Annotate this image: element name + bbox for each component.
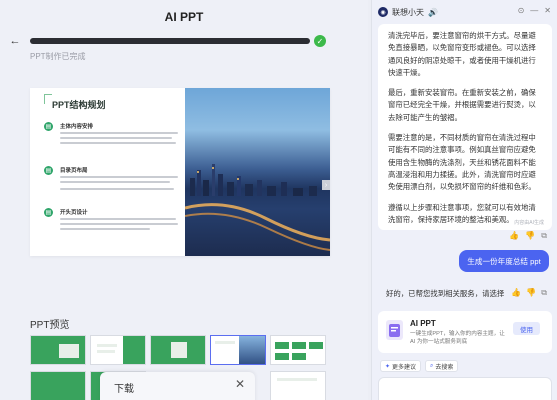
back-arrow-icon[interactable]: ← — [8, 34, 22, 48]
thumbs-down-icon[interactable]: 👎 — [525, 231, 535, 241]
text-line — [60, 176, 178, 178]
assistant-message: 清洗完毕后，要注意窗帘的烘干方式。尽量避免直接暴晒，以免窗帘变形或褪色。可以选择… — [378, 24, 552, 230]
slide-thumbnail[interactable] — [30, 335, 86, 365]
section-icon: ▤ — [44, 166, 53, 175]
message-paragraph: 清洗完毕后，要注意窗帘的烘干方式。尽量避免直接暴晒，以免窗帘变形或褪色。可以选择… — [388, 31, 536, 77]
slide-text-area: PPT结构规划 ▤ 主体内容安排 ▤ 目录页布局 ▤ 开头页设计 — [30, 88, 184, 256]
use-button[interactable]: 使用 — [513, 322, 540, 335]
copy-icon[interactable]: ⧉ — [541, 231, 547, 241]
page-title: AI PPT — [164, 10, 204, 24]
speaker-icon[interactable]: 🔊 — [428, 8, 438, 17]
close-icon[interactable]: ✕ — [544, 6, 551, 15]
preview-heading: PPT预览 — [30, 320, 70, 331]
check-icon: ✓ — [314, 35, 326, 47]
text-line — [60, 218, 176, 220]
slide-thumbnail[interactable] — [90, 335, 146, 365]
slide-thumbnail[interactable] — [150, 335, 206, 365]
text-line — [60, 223, 178, 225]
thumbs-up-icon[interactable]: 👍 — [509, 231, 519, 241]
section-heading: 目录页布局 — [60, 168, 88, 174]
pin-icon[interactable]: ⊙ — [518, 6, 525, 15]
progress-bar — [30, 38, 310, 44]
ppt-icon — [386, 320, 403, 340]
section-heading: 开头页设计 — [60, 210, 88, 216]
assistant-reply: 好的，已帮您找到相关服务，请选择 — [386, 289, 505, 298]
progress-fill — [30, 38, 310, 44]
chat-input[interactable] — [378, 377, 552, 400]
card-title: AI PPT — [410, 319, 436, 328]
progress-status: PPT制作已完成 — [30, 52, 86, 61]
sparkle-icon: ✦ — [385, 363, 391, 370]
message-actions: 👍 👎 ⧉ — [509, 231, 547, 241]
chip-label: 去搜索 — [435, 364, 454, 371]
text-line — [60, 137, 172, 139]
slide-next-icon[interactable]: › — [322, 180, 330, 190]
card-description: 一键生成PPT，输入你的内容主题，让 AI 为你一站式服务到底 — [410, 331, 505, 345]
minimize-icon[interactable]: — — [530, 6, 538, 15]
city-night-image — [185, 88, 330, 256]
assistant-logo-icon: ◉ — [378, 7, 388, 17]
text-line — [60, 188, 174, 190]
text-line — [60, 181, 170, 183]
more-suggestions-chip[interactable]: ✦ 更多建议 — [380, 360, 422, 372]
section-icon: ▤ — [44, 208, 53, 217]
text-line — [60, 228, 150, 230]
reply-actions: 👍 👎 ⧉ — [511, 288, 547, 298]
text-line — [60, 132, 178, 134]
slide-title: PPT结构规划 — [52, 100, 106, 110]
slide-preview[interactable]: PPT结构规划 ▤ 主体内容安排 ▤ 目录页布局 ▤ 开头页设计 — [30, 88, 330, 256]
message-paragraph: 需要注意的是，不同材质的窗帘在清洗过程中可能有不同的注意事项。例如真丝窗帘应避免… — [388, 133, 536, 192]
chip-label: 更多建议 — [392, 364, 417, 371]
section-icon: ▤ — [44, 122, 53, 131]
window-controls: ⊙ — ✕ — [518, 6, 551, 15]
bracket-decoration — [44, 94, 52, 104]
ai-generated-note: 内容由AI生成 — [514, 220, 544, 226]
thumbs-up-icon[interactable]: 👍 — [511, 288, 521, 298]
download-panel: 下载 ✕ — [100, 372, 255, 400]
slide-thumbnail-selected[interactable] — [210, 335, 266, 365]
user-message: 生成一份年度总结 ppt — [459, 250, 549, 272]
chat-panel: ◉ 联想小天 🔊 ⊙ — ✕ 清洗完毕后，要注意窗帘的烘干方式。尽量避免直接暴晒… — [371, 0, 557, 400]
chat-header: ◉ 联想小天 🔊 — [378, 6, 438, 18]
download-title: 下载 — [114, 384, 134, 395]
copy-icon[interactable]: ⧉ — [541, 288, 547, 298]
service-card[interactable]: AI PPT 一键生成PPT，输入你的内容主题，让 AI 为你一站式服务到底 使… — [378, 311, 552, 353]
message-paragraph: 最后，重新安装窗帘。在重新安装之前，确保窗帘已经完全干燥，并根据需要进行熨烫，以… — [388, 88, 536, 122]
close-icon[interactable]: ✕ — [235, 377, 245, 391]
thumbs-down-icon[interactable]: 👎 — [526, 288, 536, 298]
ppt-workspace: AI PPT ← ✓ PPT制作已完成 PPT结构规划 ▤ 主体内容安排 ▤ 目… — [0, 0, 368, 400]
suggestion-chips: ✦ 更多建议 ⌕ 去搜索 — [380, 360, 459, 372]
slide-thumbnail[interactable] — [30, 371, 86, 400]
search-icon: ⌕ — [430, 362, 434, 369]
assistant-name: 联想小天 — [392, 7, 424, 17]
search-chip[interactable]: ⌕ 去搜索 — [425, 360, 459, 372]
text-line — [60, 142, 176, 144]
slide-thumbnail[interactable] — [270, 371, 326, 400]
section-heading: 主体内容安排 — [60, 124, 94, 130]
slide-thumbnail[interactable] — [270, 335, 326, 365]
riverbank-lights — [185, 203, 330, 251]
